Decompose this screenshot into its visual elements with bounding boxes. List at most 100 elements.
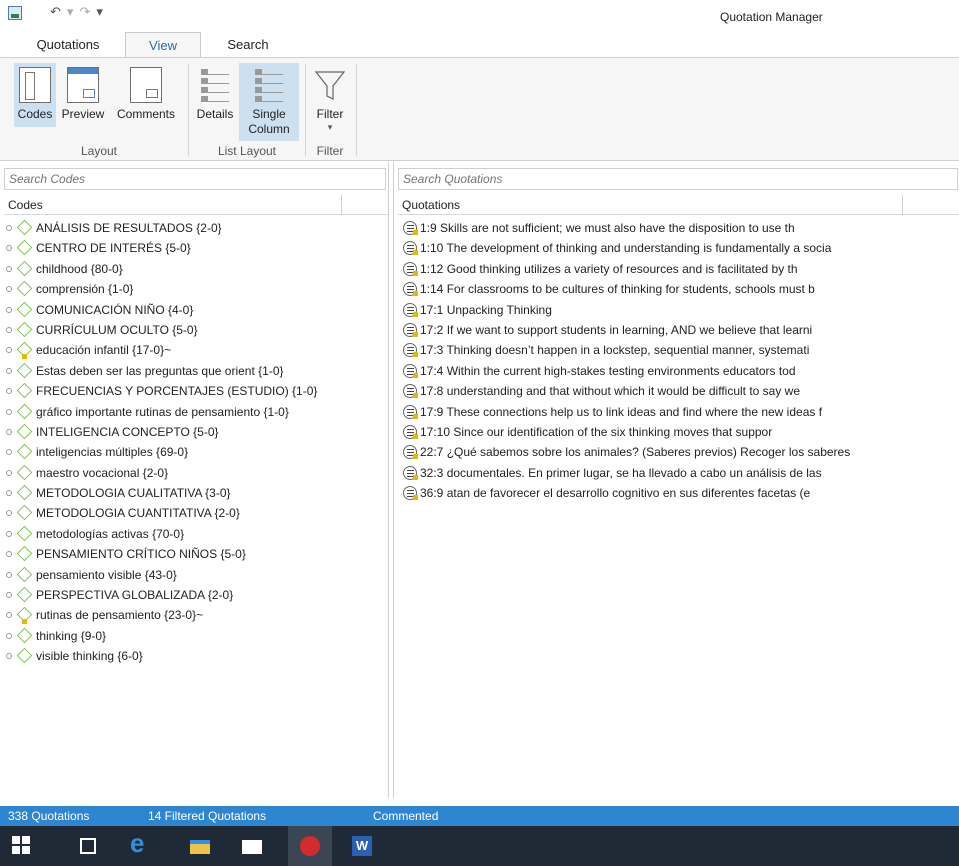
code-list-item[interactable]: PENSAMIENTO CRÍTICO NIÑOS {5-0} [0,544,388,564]
code-list-item[interactable]: gráfico importante rutinas de pensamient… [0,402,388,422]
code-radio-icon[interactable] [6,510,12,517]
filter-label: Filter [316,107,344,121]
code-diamond-icon [16,382,33,399]
code-radio-icon[interactable] [6,306,12,313]
code-radio-icon[interactable] [6,612,12,619]
quotation-list-item[interactable]: 1:12 Good thinking utilizes a variety of… [394,259,959,279]
window-title: Quotation Manager [720,10,823,24]
filter-button[interactable]: Filter ▾ [310,63,350,145]
quotation-icon [403,424,418,439]
code-radio-icon[interactable] [6,408,12,415]
code-list-item[interactable]: PERSPECTIVA GLOBALIZADA {2-0} [0,585,388,605]
code-radio-icon[interactable] [6,388,12,395]
code-radio-icon[interactable] [6,428,12,435]
code-radio-icon[interactable] [6,367,12,374]
quotation-list-item[interactable]: 1:14 For classrooms to be cultures of th… [394,279,959,299]
code-list-item[interactable]: COMUNICACIÓN NIÑO {4-0} [0,300,388,320]
funnel-icon [314,67,346,103]
single-column-label-line1: Single [252,107,286,121]
code-list-item[interactable]: educación infantil {17-0}~ [0,340,388,360]
file-explorer-icon[interactable] [190,840,210,854]
code-list-item[interactable]: visible thinking {6-0} [0,646,388,666]
code-list-item[interactable]: METODOLOGIA CUALITATIVA {3-0} [0,483,388,503]
quotation-list-item[interactable]: 17:3 Thinking doesn’t happen in a lockst… [394,340,959,360]
preview-pane-button[interactable]: Preview [58,63,108,127]
code-list-item[interactable]: rutinas de pensamiento {23-0}~ [0,605,388,625]
quotation-list-item[interactable]: 17:10 Since our identification of the si… [394,422,959,442]
word-icon[interactable]: W [352,836,372,856]
filter-dropdown-icon[interactable]: ▾ [310,122,350,132]
column-divider[interactable] [341,195,342,215]
search-codes-input[interactable] [4,168,386,190]
customize-toolbar-icon[interactable]: ▾ [96,4,105,20]
quotations-column-header[interactable]: Quotations [398,195,959,215]
code-list-item[interactable]: INTELIGENCIA CONCEPTO {5-0} [0,422,388,442]
quotation-list-item[interactable]: 1:10 The development of thinking and und… [394,238,959,258]
quotation-list-item[interactable]: 22:7 ¿Qué sabemos sobre los animales? (S… [394,442,959,462]
code-radio-icon[interactable] [6,326,12,333]
code-list-item[interactable]: thinking {9-0} [0,626,388,646]
quotation-list-item[interactable]: 1:9 Skills are not sufficient; we must a… [394,218,959,238]
tab-search[interactable]: Search [212,32,284,58]
code-radio-icon[interactable] [6,490,12,497]
quotation-list-item[interactable]: 17:2 If we want to support students in l… [394,320,959,340]
code-list-item[interactable]: CENTRO DE INTERÉS {5-0} [0,238,388,258]
code-radio-icon[interactable] [6,571,12,578]
undo-icon[interactable]: ↶ [50,4,63,20]
undo-dropdown-icon[interactable]: ▾ [67,4,76,20]
code-label: visible thinking {6-0} [36,649,143,664]
edge-browser-icon[interactable]: e [130,828,150,858]
code-radio-icon[interactable] [6,551,12,558]
layout-group-label: Layout [80,144,118,158]
code-list-item[interactable]: maestro vocacional {2-0} [0,463,388,483]
code-diamond-icon [16,484,33,501]
quotation-list-item[interactable]: 17:8 understanding and that without whic… [394,381,959,401]
code-label: gráfico importante rutinas de pensamient… [36,404,289,419]
ribbon-separator [356,64,357,156]
single-column-button[interactable]: Single Column [239,63,299,141]
atlas-ti-icon[interactable] [288,826,332,866]
code-list-item[interactable]: pensamiento visible {43-0} [0,565,388,585]
code-radio-icon[interactable] [6,592,12,599]
tab-quotations[interactable]: Quotations [22,32,114,58]
search-quotations-input[interactable] [398,168,958,190]
quotation-text: 17:2 If we want to support students in l… [420,322,813,337]
column-divider[interactable] [902,195,903,215]
app-icon[interactable] [8,6,22,20]
code-radio-icon[interactable] [6,530,12,537]
code-radio-icon[interactable] [6,265,12,272]
codes-column-header[interactable]: Codes [4,195,388,215]
code-list-item[interactable]: metodologías activas {70-0} [0,524,388,544]
code-list-item[interactable]: childhood {80-0} [0,259,388,279]
code-radio-icon[interactable] [6,347,12,354]
quotation-list-item[interactable]: 17:1 Unpacking Thinking [394,300,959,320]
code-list-item[interactable]: ANÁLISIS DE RESULTADOS {2-0} [0,218,388,238]
details-list-button[interactable]: Details [193,63,237,127]
windows-start-icon[interactable] [12,836,32,856]
task-view-icon[interactable] [80,838,96,854]
code-list-item[interactable]: comprensión {1-0} [0,279,388,299]
quotation-list-item[interactable]: 32:3 documentales. En primer lugar, se h… [394,463,959,483]
quotation-list-item[interactable]: 17:4 Within the current high-stakes test… [394,361,959,381]
code-radio-icon[interactable] [6,225,12,231]
code-list-item[interactable]: inteligencias múltiples {69-0} [0,442,388,462]
code-list-item[interactable]: CURRÍCULUM OCULTO {5-0} [0,320,388,340]
quotation-icon [403,322,418,337]
quotation-list-item[interactable]: 36:9 atan de favorecer el desarrollo cog… [394,483,959,503]
tab-view[interactable]: View [125,32,201,58]
code-radio-icon[interactable] [6,286,12,293]
mail-icon[interactable] [242,840,262,854]
code-radio-icon[interactable] [6,632,12,639]
quotation-list-item[interactable]: 17:9 These connections help us to link i… [394,402,959,422]
code-radio-icon[interactable] [6,469,12,476]
code-radio-icon[interactable] [6,245,12,252]
codes-pane-button[interactable]: Codes [14,63,56,127]
code-list-item[interactable]: METODOLOGIA CUANTITATIVA {2-0} [0,503,388,523]
code-radio-icon[interactable] [6,653,12,660]
redo-icon[interactable]: ↷ [79,4,92,20]
code-radio-icon[interactable] [6,449,12,456]
comments-pane-button[interactable]: Comments [110,63,182,127]
code-list-item[interactable]: FRECUENCIAS Y PORCENTAJES (ESTUDIO) {1-0… [0,381,388,401]
quotation-manager-window: ↶ ▾ ↷ ▾ Quotation Manager Quotations View S… [0,0,959,866]
code-list-item[interactable]: Estas deben ser las preguntas que orient… [0,361,388,381]
